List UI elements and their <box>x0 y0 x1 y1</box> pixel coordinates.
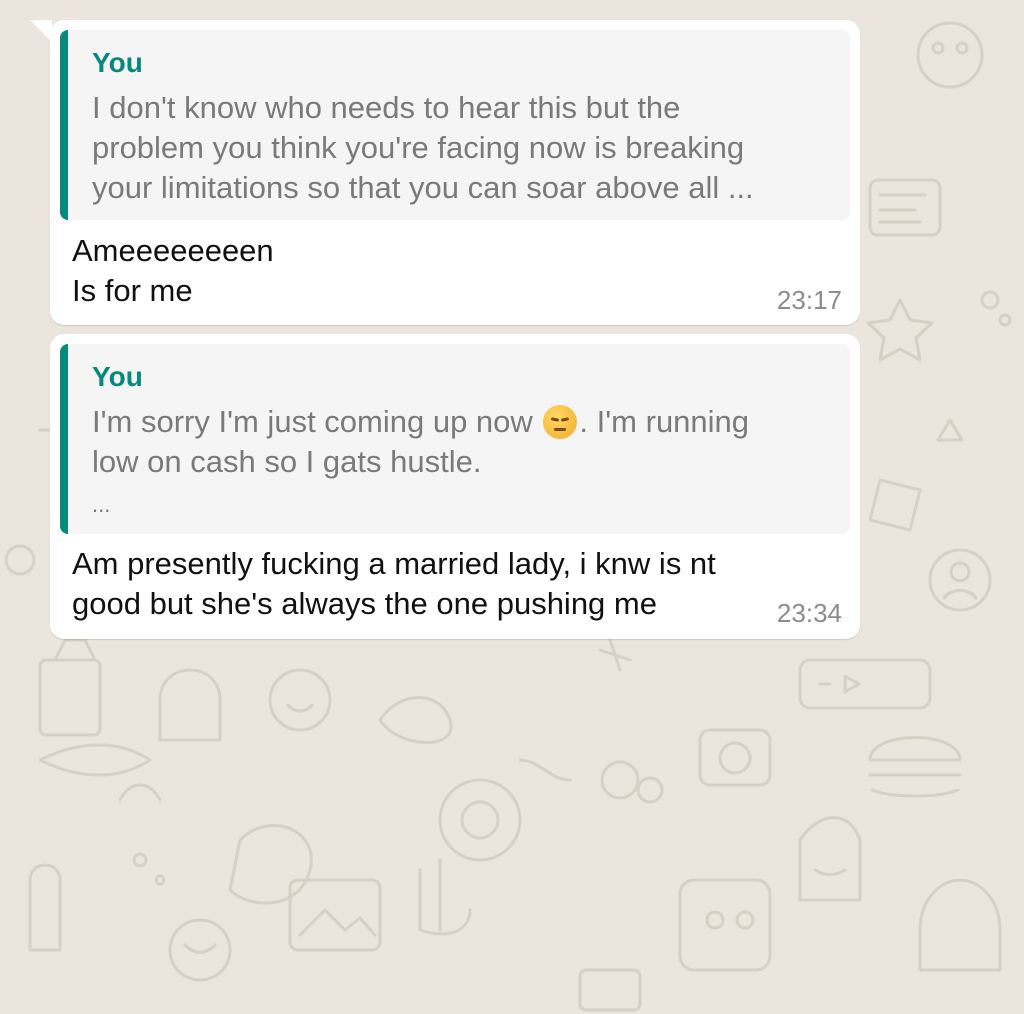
message-bubble[interactable]: You I'm sorry I'm just coming up now . I… <box>50 334 860 639</box>
quote-accent-bar <box>60 30 68 220</box>
quoted-text: I don't know who needs to hear this but … <box>92 90 754 205</box>
pensive-face-icon <box>543 405 578 439</box>
message-bubble[interactable]: You I don't know who needs to hear this … <box>30 20 860 325</box>
message-text: Ameeeeeeeen Is for me <box>72 233 274 308</box>
quoted-author: You <box>92 47 143 78</box>
quoted-ellipsis: ... <box>92 492 111 517</box>
quoted-author: You <box>92 361 143 392</box>
message-timestamp: 23:34 <box>776 598 842 628</box>
message-timestamp: 23:17 <box>776 285 842 315</box>
quoted-text-start: I'm sorry I'm just coming up now <box>92 404 533 439</box>
quote-accent-bar <box>60 344 68 534</box>
bubble-tail <box>30 20 52 42</box>
quoted-message[interactable]: You I'm sorry I'm just coming up now . I… <box>60 344 850 534</box>
quoted-message[interactable]: You I don't know who needs to hear this … <box>60 30 850 220</box>
message-text: Am presently fucking a married lady, i k… <box>72 546 716 621</box>
quoted-text: I'm sorry I'm just coming up now . I'm r… <box>92 402 834 525</box>
